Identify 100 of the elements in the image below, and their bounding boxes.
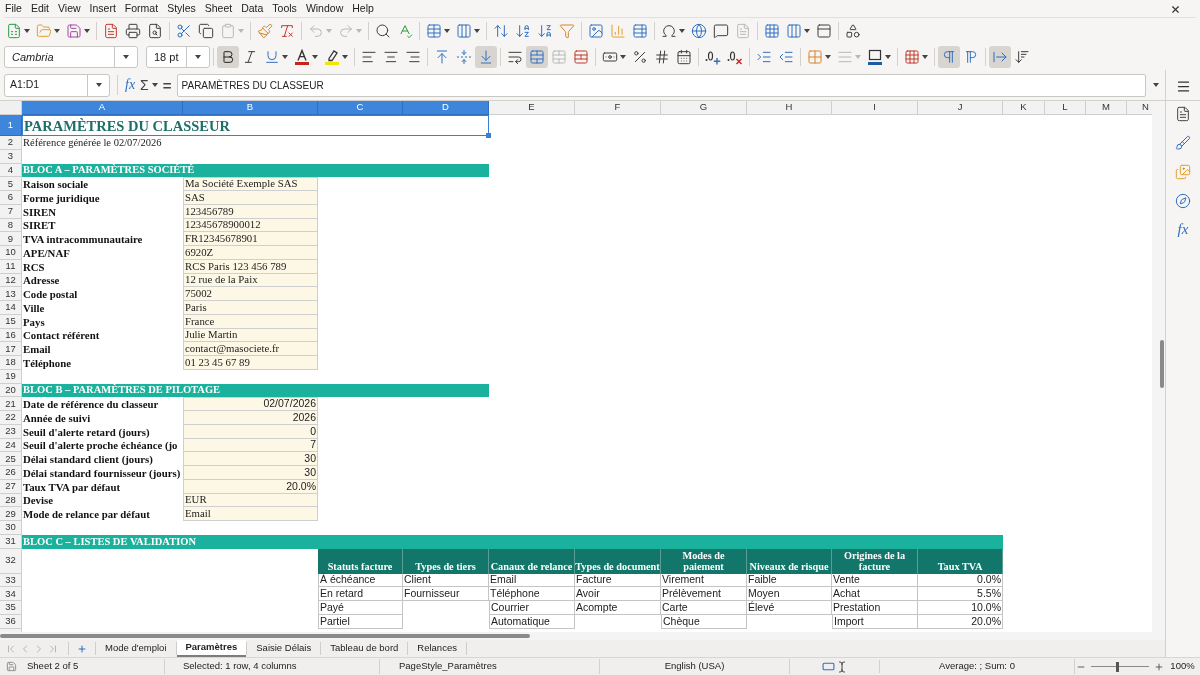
row-header[interactable]: 10 (0, 246, 22, 260)
row-header[interactable]: 2 (0, 136, 22, 150)
font-name-field[interactable]: Cambria (4, 46, 138, 68)
document-icon[interactable] (1175, 106, 1191, 122)
page-style[interactable]: PageStyle_Paramètres (399, 660, 497, 672)
column-header[interactable]: N (1127, 101, 1152, 115)
field-value[interactable]: 2026 (183, 411, 318, 425)
column-header[interactable]: H (747, 101, 832, 115)
field-value[interactable]: Paris (183, 301, 318, 315)
row-header[interactable]: 34 (0, 587, 22, 601)
menu-item[interactable]: File (5, 1, 22, 17)
column-header[interactable]: M (1086, 101, 1127, 115)
sheet-tab[interactable]: Tableau de bord (321, 640, 408, 657)
add-sheet-icon[interactable] (77, 643, 87, 654)
row-header[interactable]: 1 (0, 115, 22, 136)
row-header[interactable]: 22 (0, 411, 22, 425)
language[interactable]: English (USA) (664, 659, 725, 674)
row-header[interactable]: 13 (0, 287, 22, 301)
column-header[interactable]: I (832, 101, 918, 115)
menu-item[interactable]: Insert (89, 1, 116, 17)
row-header[interactable]: 18 (0, 356, 22, 370)
column-header[interactable]: B (183, 101, 318, 115)
menu-item[interactable]: Edit (30, 1, 49, 17)
zoom-slider-thumb[interactable] (1116, 661, 1120, 672)
name-box[interactable]: A1:D1 (4, 73, 110, 97)
functions-deck-button[interactable]: fx (1177, 222, 1189, 237)
chevron-first-icon[interactable] (5, 642, 17, 655)
menu-item[interactable]: Data (241, 1, 264, 17)
sheet-tab[interactable]: Saisie Délais (247, 640, 321, 657)
row-header[interactable]: 25 (0, 452, 22, 466)
rectangle-icon[interactable] (821, 660, 835, 673)
function-wizard-button[interactable]: fx (125, 78, 136, 92)
menu-item[interactable]: Format (124, 1, 159, 17)
field-value[interactable]: FR12345678901 (183, 232, 318, 246)
align-bottom-button[interactable] (475, 46, 497, 68)
close-icon[interactable] (1170, 3, 1181, 15)
horizontal-scrollbar-thumb[interactable] (0, 634, 530, 638)
menu-item[interactable]: Tools (272, 1, 297, 17)
formula-button[interactable]: = (162, 77, 172, 93)
column-header[interactable]: L (1045, 101, 1086, 115)
highlighter-icon (324, 49, 340, 65)
field-value[interactable]: contact@masociete.fr (183, 342, 318, 356)
formula-input[interactable]: PARAMÈTRES DU CLASSEUR (176, 73, 1146, 97)
menu-item[interactable]: Help (352, 1, 374, 17)
row-header[interactable]: 35 (0, 601, 22, 615)
sheet-tab[interactable]: Mode d'emploi (96, 640, 176, 657)
sheet-tab[interactable]: Relances (408, 640, 466, 657)
menu-icon[interactable] (1175, 79, 1191, 94)
field-value[interactable]: 01 23 45 67 89 (183, 356, 318, 370)
chevron-last-icon[interactable] (47, 642, 59, 655)
column-header[interactable]: F (575, 101, 661, 115)
column-header[interactable]: D (403, 101, 489, 115)
column-header[interactable]: A (22, 101, 183, 115)
field-value[interactable]: Email (183, 507, 318, 521)
field-value[interactable]: 6920Z (183, 246, 318, 260)
sum-button[interactable]: Σ (140, 78, 158, 92)
row-header[interactable]: 6 (0, 191, 22, 205)
field-value[interactable]: 30 (183, 452, 318, 466)
bold-button[interactable] (217, 46, 239, 68)
row-header[interactable]: 30 (0, 521, 22, 535)
row-header[interactable]: 21 (0, 397, 22, 411)
merge-and-center-button[interactable] (526, 46, 548, 68)
row-header[interactable]: 26 (0, 466, 22, 480)
row-header[interactable]: 32 (0, 548, 22, 574)
font-size-field[interactable]: 18 pt (146, 46, 210, 68)
row-header[interactable]: 5 (0, 177, 22, 191)
field-value[interactable]: 02/07/2026 (183, 397, 318, 411)
compass-icon[interactable] (1175, 193, 1191, 209)
row-header[interactable]: 14 (0, 301, 22, 315)
fill-handle-icon[interactable] (486, 133, 491, 138)
row-header[interactable]: 9 (0, 232, 22, 246)
plus-icon[interactable] (1154, 661, 1164, 672)
column-header[interactable]: J (918, 101, 1003, 115)
menu-item[interactable]: Window (305, 1, 344, 17)
menu-item[interactable]: View (58, 1, 81, 17)
field-label: Code postal (23, 288, 78, 300)
column-header[interactable]: E (489, 101, 575, 115)
list-item: Avoir (575, 587, 661, 601)
menu-item[interactable]: Styles (167, 1, 196, 17)
field-value[interactable]: Ma Société Exemple SAS (183, 177, 318, 191)
column-header[interactable]: G (661, 101, 747, 115)
row-header[interactable]: 17 (0, 342, 22, 356)
left-to-right-button[interactable] (938, 46, 960, 68)
field-value[interactable]: 75002 (183, 287, 318, 301)
field-value[interactable]: 30 (183, 466, 318, 480)
row-header[interactable]: 29 (0, 507, 22, 521)
menu-item[interactable]: Sheet (204, 1, 233, 17)
column-header[interactable]: C (318, 101, 403, 115)
zoom-level[interactable]: 100% (1170, 659, 1195, 674)
zoom-slider[interactable] (1091, 661, 1149, 672)
list-item: Partiel (318, 614, 403, 629)
save-icon[interactable] (5, 661, 17, 672)
column-header[interactable]: K (1003, 101, 1045, 115)
images-icon[interactable] (1175, 164, 1191, 180)
field-label: Taux TVA par défaut (23, 480, 121, 493)
sheet-tab[interactable]: Paramètres (176, 640, 247, 657)
field-value[interactable]: SAS (183, 191, 318, 205)
brush-icon[interactable] (1175, 135, 1191, 151)
scrollbar-thumb[interactable] (1160, 340, 1164, 388)
clipboard-icon (220, 23, 236, 39)
